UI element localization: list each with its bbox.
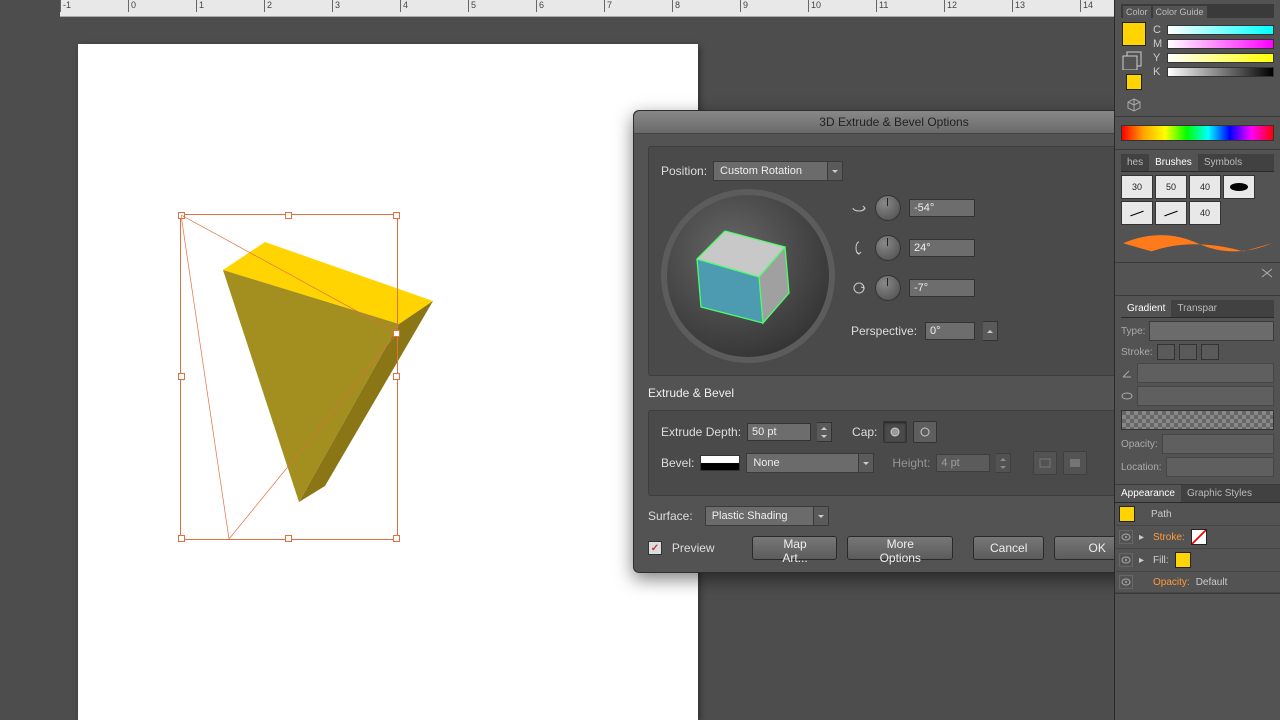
- color-spectrum[interactable]: [1121, 125, 1274, 141]
- brushes-panel: hes Brushes Symbols 30504040: [1115, 150, 1280, 263]
- bevel-dropdown[interactable]: None: [746, 453, 874, 473]
- cap-label: Cap:: [852, 425, 877, 439]
- preview-checkbox[interactable]: ✓: [648, 541, 662, 555]
- stroke-grad-btn-2[interactable]: [1179, 344, 1197, 360]
- bevel-extent-out-button: [1063, 451, 1087, 475]
- location-label: Location:: [1121, 462, 1162, 473]
- visibility-icon[interactable]: [1119, 530, 1133, 544]
- stroke-grad-btn-1[interactable]: [1157, 344, 1175, 360]
- rotation-trackball[interactable]: [661, 189, 835, 363]
- preview-label: Preview: [672, 541, 715, 555]
- stroke-label: Stroke:: [1121, 347, 1153, 358]
- extrude-depth-label: Extrude Depth:: [661, 425, 741, 439]
- attr-swatch[interactable]: [1191, 529, 1207, 545]
- rotation-x-field[interactable]: [909, 199, 975, 217]
- cmyk-sliders[interactable]: CMYK: [1153, 22, 1274, 112]
- extrude-depth-field[interactable]: [747, 423, 811, 441]
- perspective-field[interactable]: [925, 322, 975, 340]
- panel-dock: ColorColor Guide CMYK hes Brushes Symbol…: [1114, 0, 1280, 720]
- brushes-tabs[interactable]: hes Brushes Symbols: [1121, 154, 1274, 172]
- panel-footer: [1115, 263, 1280, 296]
- stroke-grad-btn-3[interactable]: [1201, 344, 1219, 360]
- appearance-object-row[interactable]: Path: [1115, 503, 1280, 526]
- twirl-icon[interactable]: ▸: [1139, 555, 1147, 566]
- appearance-row[interactable]: Opacity:Default: [1115, 572, 1280, 593]
- art-brush-stroke[interactable]: [1121, 228, 1274, 258]
- gradient-tabs[interactable]: Gradient Transpar: [1121, 300, 1274, 318]
- appearance-row[interactable]: ▸Fill:: [1115, 549, 1280, 572]
- cap-off-button[interactable]: [913, 421, 937, 443]
- object-swatch: [1119, 506, 1135, 522]
- map-art-button[interactable]: Map Art...: [752, 536, 837, 560]
- height-label: Height:: [892, 456, 930, 470]
- fill-swatch[interactable]: [1122, 22, 1146, 46]
- bevel-label: Bevel:: [661, 456, 694, 470]
- grad-location-field: [1166, 457, 1274, 477]
- rotate-y-icon: [851, 240, 867, 256]
- y-dial[interactable]: [875, 235, 901, 261]
- angle-icon: [1121, 367, 1133, 379]
- x-dial[interactable]: [875, 195, 901, 221]
- opacity-label: Opacity:: [1121, 439, 1158, 450]
- visibility-icon[interactable]: [1119, 575, 1133, 589]
- more-options-button[interactable]: More Options: [847, 536, 953, 560]
- chevron-down-icon: [827, 162, 842, 180]
- chevron-down-icon: [858, 454, 873, 472]
- aspect-icon: [1121, 390, 1133, 402]
- gradient-type-dropdown[interactable]: [1149, 321, 1274, 341]
- chevron-down-icon: [813, 507, 828, 525]
- stroke-swatch[interactable]: [1126, 74, 1142, 90]
- cap-on-button[interactable]: [883, 421, 907, 443]
- twirl-icon[interactable]: ▸: [1139, 532, 1147, 543]
- position-dropdown[interactable]: Custom Rotation: [713, 161, 843, 181]
- surface-dropdown[interactable]: Plastic Shading: [705, 506, 829, 526]
- bevel-height-field: [936, 454, 990, 472]
- horizontal-ruler: -101234567891011121314: [60, 0, 1115, 17]
- swap-fill-stroke-icon[interactable]: [1121, 50, 1147, 70]
- cube-icon: [1127, 98, 1141, 112]
- appearance-panel: Appearance Graphic Styles Path ▸Stroke:▸…: [1115, 485, 1280, 594]
- gradient-aspect-field: [1137, 386, 1274, 406]
- position-label: Position:: [661, 164, 707, 178]
- type-label: Type:: [1121, 326, 1145, 337]
- grad-opacity-field: [1162, 434, 1274, 454]
- close-icon[interactable]: [1260, 267, 1274, 279]
- bevel-preview-swatch: [700, 455, 740, 471]
- color-panel-tabs[interactable]: ColorColor Guide: [1121, 4, 1274, 18]
- extrude-bevel-heading: Extrude & Bevel: [648, 386, 1140, 400]
- visibility-icon[interactable]: [1119, 553, 1133, 567]
- bevel-height-stepper: [996, 453, 1011, 473]
- attr-swatch[interactable]: [1175, 552, 1191, 568]
- rotation-z-field[interactable]: [909, 279, 975, 297]
- surface-label: Surface:: [648, 509, 693, 523]
- perspective-label: Perspective:: [851, 324, 917, 338]
- cancel-button[interactable]: Cancel: [973, 536, 1044, 560]
- gradient-angle-field: [1137, 363, 1274, 383]
- appearance-row[interactable]: ▸Stroke:: [1115, 526, 1280, 549]
- gradient-ramp[interactable]: [1121, 410, 1274, 430]
- dialog-3d-extrude-bevel: 3D Extrude & Bevel Options Position: Cus…: [633, 110, 1155, 573]
- rotate-z-icon: [851, 280, 867, 296]
- dialog-title[interactable]: 3D Extrude & Bevel Options: [634, 111, 1154, 134]
- extrude-depth-stepper[interactable]: [817, 422, 832, 442]
- bevel-extent-in-button: [1033, 451, 1057, 475]
- rotation-y-field[interactable]: [909, 239, 975, 257]
- perspective-stepper[interactable]: [983, 321, 998, 341]
- rotate-x-icon: [851, 200, 867, 216]
- extruded-shape[interactable]: [153, 196, 453, 526]
- brush-grid[interactable]: 30504040: [1121, 172, 1274, 228]
- gradient-panel: Gradient Transpar Type: Stroke: Opacity:…: [1115, 296, 1280, 485]
- appearance-tabs[interactable]: Appearance Graphic Styles: [1115, 485, 1280, 503]
- color-panel: ColorColor Guide CMYK: [1115, 0, 1280, 117]
- artboard: [78, 44, 698, 720]
- z-dial[interactable]: [875, 275, 901, 301]
